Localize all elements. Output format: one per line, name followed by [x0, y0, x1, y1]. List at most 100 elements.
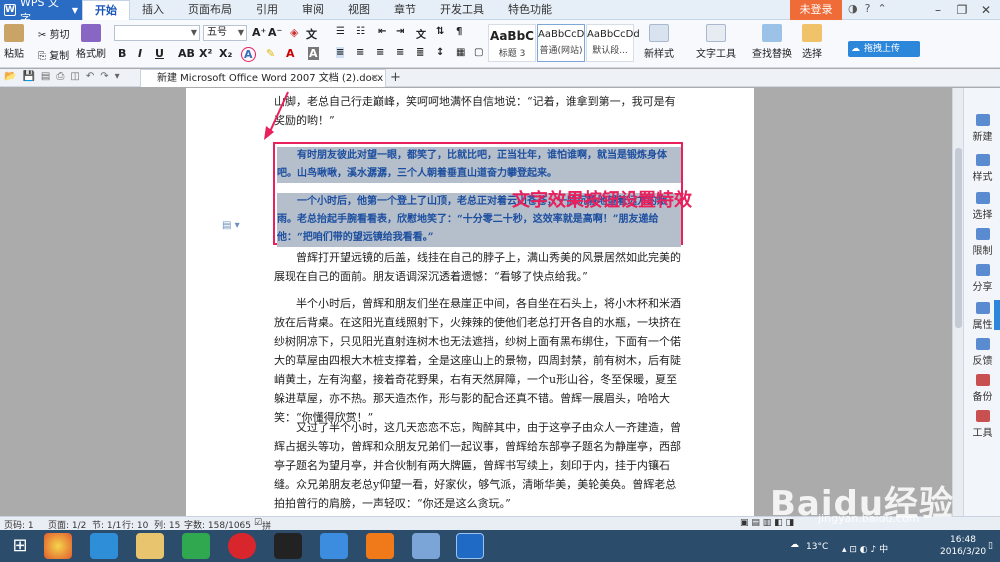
font-name-select[interactable]: ▼	[114, 25, 200, 41]
new-style-button[interactable]: 新样式	[644, 24, 674, 60]
qq-icon[interactable]	[274, 533, 302, 559]
document-page[interactable]: 山脚，老总自己行走巅峰，笑呵呵地满怀自信地说：“记着，谁拿到第一，我可是有奖励的…	[186, 88, 754, 516]
side-backup[interactable]: 备份	[964, 374, 1000, 403]
superscript-icon[interactable]: X²	[199, 47, 212, 60]
tab-chapter[interactable]: 章节	[382, 0, 428, 20]
copy-button[interactable]: ⎘ 复制	[38, 47, 69, 62]
save-icon[interactable]: 💾	[22, 71, 34, 82]
font-color-icon[interactable]: A	[286, 47, 295, 60]
vertical-scrollbar[interactable]	[952, 88, 963, 516]
strikethrough-icon[interactable]: AB	[178, 47, 195, 60]
tab-insert[interactable]: 插入	[130, 0, 176, 20]
undo-icon[interactable]: ↶	[86, 71, 94, 82]
bullet-list-icon[interactable]: ☰	[336, 26, 345, 37]
bold-icon[interactable]: B	[118, 47, 126, 60]
highlight-icon[interactable]: ✎	[266, 47, 275, 60]
vivaldi-icon[interactable]	[228, 533, 256, 559]
borders-icon[interactable]: ▢	[474, 47, 483, 58]
side-new[interactable]: 新建	[964, 114, 1000, 143]
tab-features[interactable]: 特色功能	[496, 0, 564, 20]
grow-font-icon[interactable]: A⁺	[252, 26, 266, 39]
underline-icon[interactable]: U	[155, 47, 164, 60]
drag-upload-button[interactable]: ☁ 拖拽上传	[848, 41, 920, 57]
tab-developer[interactable]: 开发工具	[428, 0, 496, 20]
360-browser-icon[interactable]	[44, 533, 72, 559]
file-explorer-icon[interactable]	[136, 533, 164, 559]
format-painter-button[interactable]: 格式刷	[76, 24, 106, 60]
align-center-icon[interactable]: ≡	[356, 47, 364, 58]
login-button[interactable]: 未登录	[790, 0, 842, 20]
number-list-icon[interactable]: ☷	[356, 26, 365, 37]
align-left-icon[interactable]: ≡	[336, 47, 345, 58]
tab-view[interactable]: 视图	[336, 0, 382, 20]
skin-icon[interactable]: ◑	[848, 2, 858, 15]
start-windows-icon[interactable]: ⊞	[6, 533, 34, 559]
minimize-ribbon-icon[interactable]: ⌃	[877, 2, 886, 15]
cut-button[interactable]: ✂ 剪切	[38, 26, 70, 41]
pinyin-icon[interactable]: 文	[306, 26, 317, 42]
chinese-layout-icon[interactable]: 文	[416, 26, 426, 41]
sort-icon[interactable]: ⇅	[436, 26, 444, 37]
shading-icon[interactable]: ▦	[456, 47, 465, 58]
help-icon[interactable]: ?	[865, 2, 871, 15]
char-shading-icon[interactable]: A	[308, 47, 319, 60]
format-painter-label: 格式刷	[76, 49, 106, 60]
subscript-icon[interactable]: X₂	[219, 47, 232, 60]
justify-icon[interactable]: ≡	[396, 47, 404, 58]
style-default-para[interactable]: AaBbCcDd 默认段...	[586, 24, 640, 62]
select-button[interactable]: 选择	[802, 24, 822, 60]
open-icon[interactable]: 📂	[4, 71, 16, 82]
scrollbar-thumb[interactable]	[955, 148, 962, 328]
wps-taskbar-icon[interactable]	[456, 533, 484, 559]
ie-browser-icon[interactable]	[90, 533, 118, 559]
side-styles[interactable]: 样式	[964, 154, 1000, 183]
clear-format-icon[interactable]: ◈	[290, 26, 298, 39]
side-select[interactable]: 选择	[964, 192, 1000, 221]
increase-indent-icon[interactable]: ⇥	[396, 26, 404, 37]
align-right-icon[interactable]: ≡	[376, 47, 384, 58]
firefox-icon[interactable]	[366, 533, 394, 559]
minimize-icon[interactable]: –	[926, 0, 950, 20]
app-menu-button[interactable]: W WPS 文字 ▼	[0, 0, 82, 25]
tab-page-layout[interactable]: 页面布局	[176, 0, 244, 20]
maximize-icon[interactable]: ❐	[950, 0, 974, 20]
side-share[interactable]: 分享	[964, 264, 1000, 293]
close-icon[interactable]: ✕	[974, 0, 998, 20]
tab-references[interactable]: 引用	[244, 0, 290, 20]
side-tools[interactable]: 工具	[964, 410, 1000, 439]
spell-check-toggle[interactable]: ☑ 拼写检查	[254, 518, 271, 562]
baidu-cloud-icon[interactable]	[320, 533, 348, 559]
tab-review[interactable]: 审阅	[290, 0, 336, 20]
close-tab-icon[interactable]: ✕	[371, 70, 379, 87]
text-tools-button[interactable]: 文字工具	[696, 24, 736, 60]
customize-icon[interactable]: ▾	[115, 71, 120, 82]
pdf-icon[interactable]: ▤	[41, 71, 50, 82]
tray-icons[interactable]: ▴ ⊡ ◐ ♪ 中	[842, 542, 888, 555]
line-spacing-icon[interactable]: ↕	[436, 47, 444, 58]
preview-icon[interactable]: ◫	[70, 71, 79, 82]
side-feedback[interactable]: 反馈	[964, 338, 1000, 367]
store-icon[interactable]	[182, 533, 210, 559]
print-icon[interactable]: ⎙	[56, 71, 64, 82]
notification-icon[interactable]: ▯	[988, 541, 993, 551]
document-tab[interactable]: 新建 Microsoft Office Word 2007 文档 (2).doc…	[140, 69, 386, 101]
tab-home[interactable]: 开始	[82, 0, 130, 20]
side-restrict[interactable]: 限制	[964, 228, 1000, 257]
find-replace-button[interactable]: 查找替换	[752, 24, 792, 60]
style-heading3[interactable]: AaBbC 标题 3	[488, 24, 536, 62]
tool-icon[interactable]	[412, 533, 440, 559]
new-tab-icon[interactable]: +	[390, 69, 401, 87]
paste-label: 粘贴	[4, 49, 24, 60]
decrease-indent-icon[interactable]: ⇤	[378, 26, 386, 37]
font-size-select[interactable]: 五号 ▼	[203, 25, 247, 41]
paste-button[interactable]: 粘贴	[4, 24, 24, 60]
paragraph-marker-icon[interactable]: ▤ ▾	[222, 220, 240, 231]
redo-icon[interactable]: ↷	[100, 71, 108, 82]
text-effect-icon[interactable]: A	[241, 47, 256, 62]
side-panel-handle[interactable]	[994, 300, 1000, 330]
shrink-font-icon[interactable]: A⁻	[268, 26, 282, 39]
distribute-icon[interactable]: ≣	[416, 47, 424, 58]
show-marks-icon[interactable]: ¶	[456, 26, 462, 37]
style-normal-web[interactable]: AaBbCcD 普通(网站)	[537, 24, 585, 62]
italic-icon[interactable]: I	[138, 47, 142, 60]
